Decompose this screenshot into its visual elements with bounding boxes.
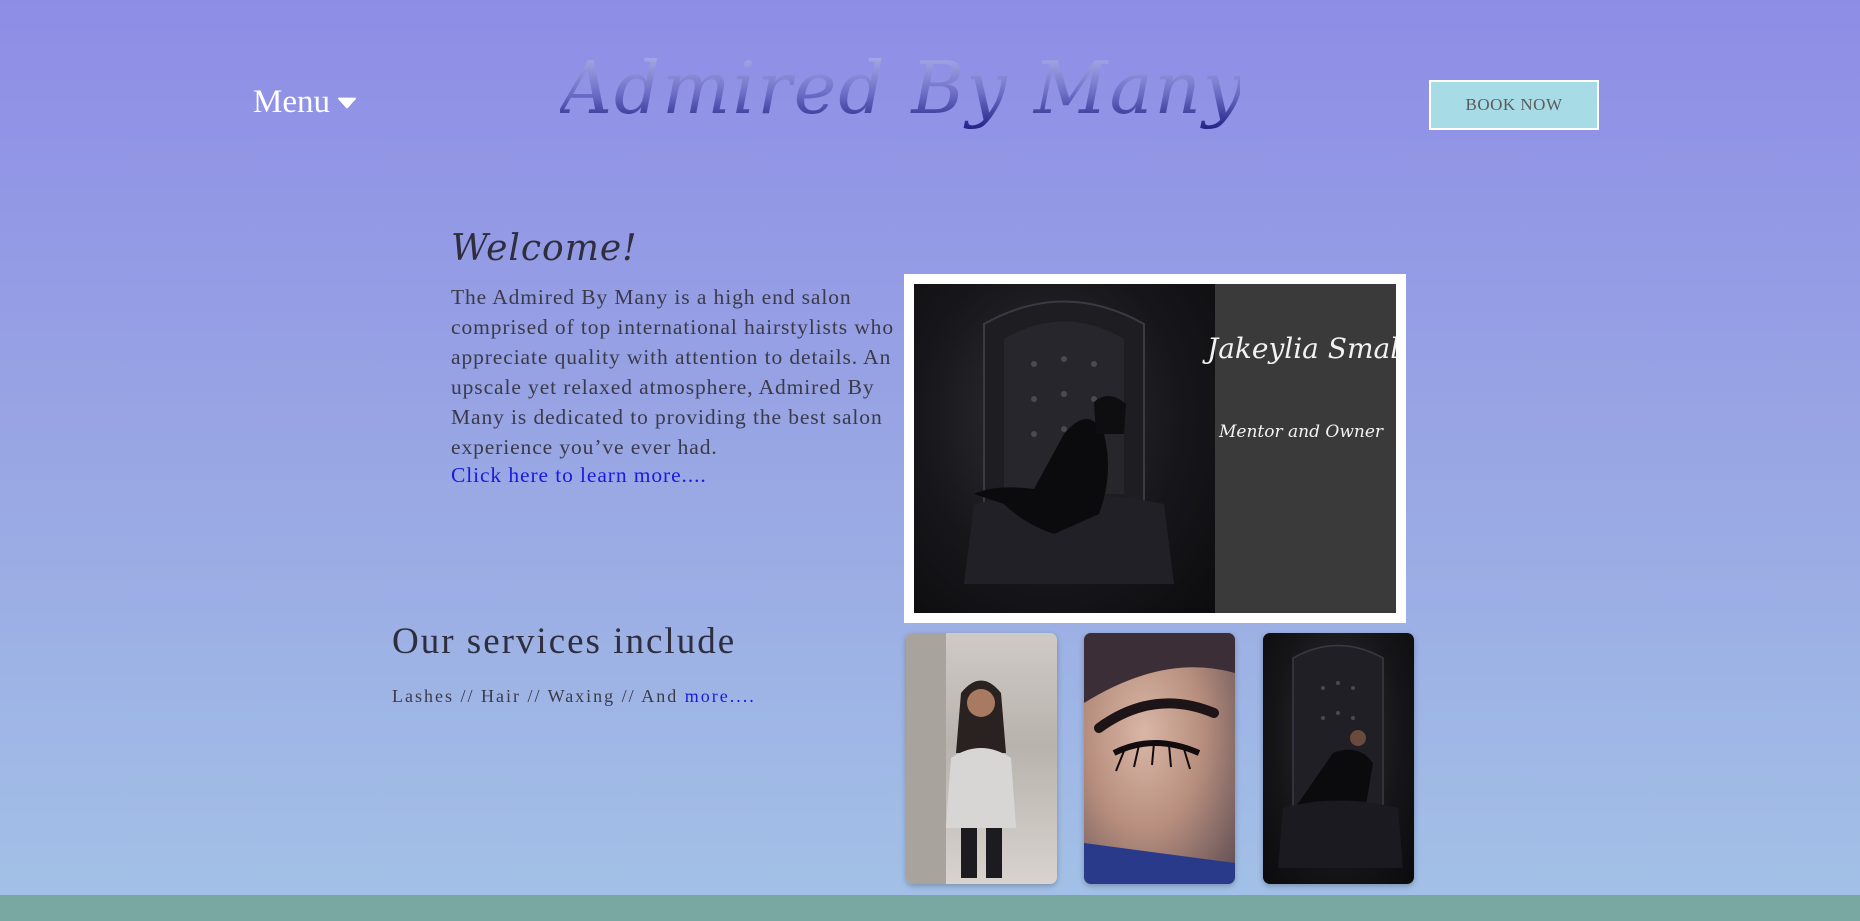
throne-chair-illustration <box>964 300 1174 584</box>
services-list: Lashes // Hair // Waxing // And more.... <box>392 686 756 707</box>
menu-toggle[interactable]: Menu <box>253 84 356 121</box>
welcome-heading: Welcome! <box>451 228 638 269</box>
feature-image-frame: Jakeylia Smalls Mentor and Owner <box>904 274 1406 623</box>
services-list-text: Lashes // Hair // Waxing // And <box>392 686 685 706</box>
book-now-button[interactable]: BOOK NOW <box>1429 80 1599 130</box>
services-heading: Our services include <box>392 621 737 662</box>
menu-label: Menu <box>253 84 330 120</box>
throne-photo-illustration <box>1278 644 1403 868</box>
chevron-down-icon <box>338 97 356 108</box>
footer-band <box>0 895 1860 921</box>
hair-client-illustration <box>906 633 1016 884</box>
lashes-closeup-illustration <box>1084 633 1235 884</box>
owner-photo <box>914 284 1215 613</box>
gallery-thumb-lashes[interactable] <box>1084 633 1235 884</box>
services-more-link[interactable]: more.... <box>685 686 756 706</box>
site-logo[interactable]: Admired By Many <box>560 46 1244 130</box>
welcome-paragraph: The Admired By Many is a high end salon … <box>451 285 894 459</box>
gallery-thumb-throne[interactable] <box>1263 633 1414 884</box>
feature-image: Jakeylia Smalls Mentor and Owner <box>914 284 1396 613</box>
gallery-thumb-hair[interactable] <box>906 633 1057 884</box>
learn-more-link[interactable]: Click here to learn more.... <box>451 463 707 488</box>
owner-name: Jakeylia Smalls <box>1207 332 1396 365</box>
owner-role: Mentor and Owner <box>1219 422 1384 442</box>
